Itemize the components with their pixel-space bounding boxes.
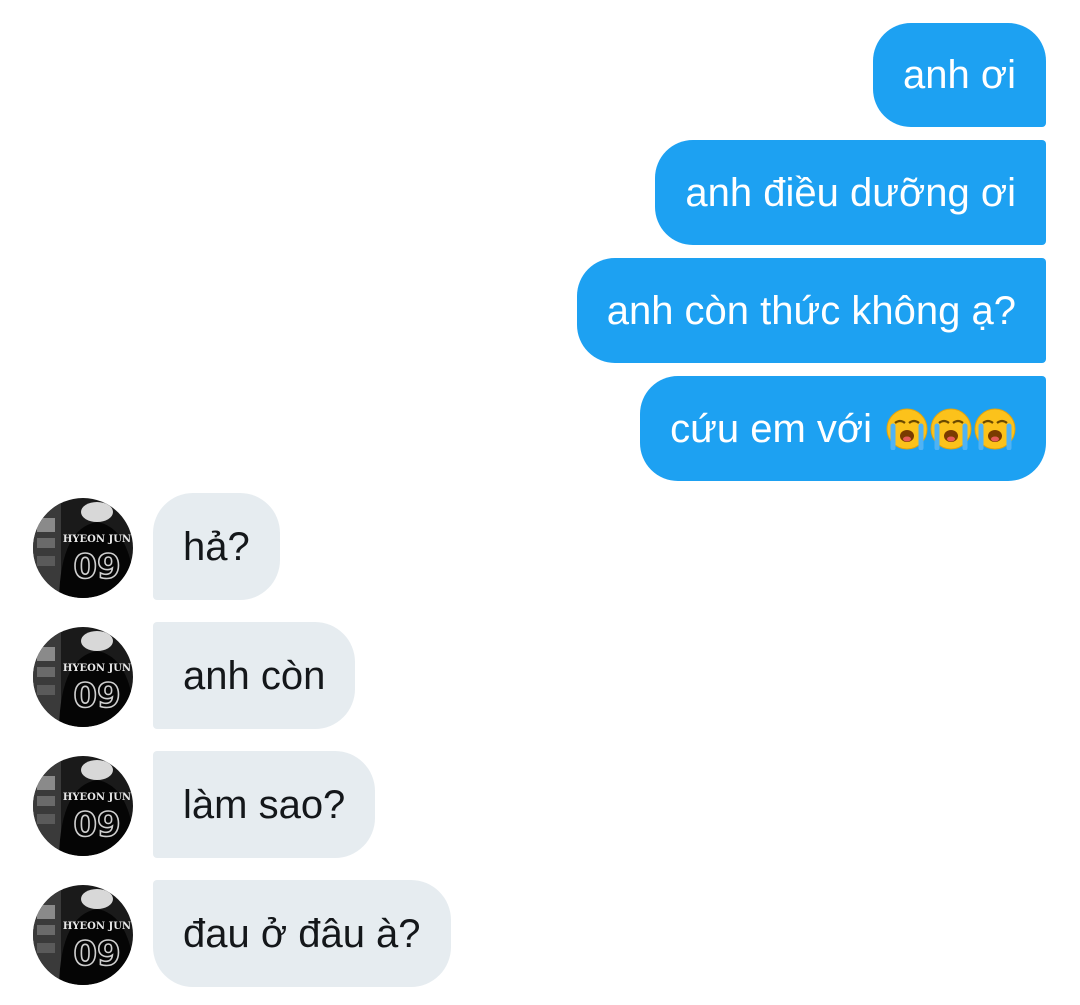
sent-message[interactable]: cứu em với xyxy=(640,376,1046,481)
avatar-jersey-text: HYEON JUN xyxy=(63,921,131,932)
message-text: đau ở đâu à? xyxy=(183,911,421,956)
avatar-image: HYEON JUN 09 xyxy=(33,885,133,985)
avatar[interactable]: HYEON JUN 09 xyxy=(33,627,133,727)
avatar[interactable]: HYEON JUN 09 xyxy=(33,498,133,598)
avatar[interactable]: HYEON JUN 09 xyxy=(33,756,133,856)
message-text: anh điều dưỡng ơi xyxy=(685,170,1016,215)
loudly-crying-face-icon xyxy=(974,408,1016,450)
message-text: cứu em với xyxy=(670,406,872,451)
message-text: hả? xyxy=(183,524,250,569)
avatar-image: HYEON JUN 09 xyxy=(33,756,133,856)
message-text: anh ơi xyxy=(903,53,1016,97)
received-message[interactable]: hả? xyxy=(153,493,280,600)
avatar[interactable]: HYEON JUN 09 xyxy=(33,885,133,985)
sent-message[interactable]: anh điều dưỡng ơi xyxy=(655,140,1046,245)
avatar-jersey-number: 09 xyxy=(73,805,120,845)
loudly-crying-face-icon xyxy=(886,408,928,450)
avatar-jersey-number: 09 xyxy=(73,676,120,716)
message-text: anh còn thức không ạ? xyxy=(606,288,1016,333)
avatar-jersey-text: HYEON JUN xyxy=(63,792,131,803)
avatar-jersey-number: 09 xyxy=(73,934,120,974)
avatar-image: HYEON JUN 09 xyxy=(33,627,133,727)
loudly-crying-face-icon xyxy=(930,408,972,450)
received-message[interactable]: làm sao? xyxy=(153,751,376,858)
received-message[interactable]: đau ở đâu à? xyxy=(153,880,451,987)
emoji-group xyxy=(886,408,1016,450)
received-message[interactable]: anh còn xyxy=(153,622,356,729)
message-text: anh còn xyxy=(183,653,326,698)
avatar-jersey-number: 09 xyxy=(73,547,120,587)
sent-message[interactable]: anh ơi xyxy=(873,23,1046,127)
sent-message[interactable]: anh còn thức không ạ? xyxy=(576,258,1046,363)
message-text: làm sao? xyxy=(183,782,346,827)
avatar-jersey-text: HYEON JUN xyxy=(63,534,131,545)
avatar-image: HYEON JUN 09 xyxy=(33,498,133,598)
avatar-jersey-text: HYEON JUN xyxy=(63,663,131,674)
